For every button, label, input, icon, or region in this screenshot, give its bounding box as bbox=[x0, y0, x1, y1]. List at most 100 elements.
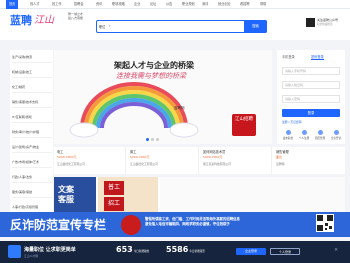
top-navigation: 首页 找人才 找工作 招聘会 资讯 职场攻略 企业 论坛 公告 职业规划 测评 … bbox=[0, 0, 350, 9]
tab-phone-login[interactable]: 手机登录 bbox=[282, 54, 295, 59]
person-login-button[interactable]: 个人登录 bbox=[270, 248, 300, 255]
carousel-dot[interactable] bbox=[146, 138, 149, 141]
logo-slogan: 聘一城之才 最八方贤能 bbox=[68, 12, 92, 20]
job-pay: 5000-7000元 bbox=[203, 155, 223, 159]
job-pay: 5000-7000元 bbox=[130, 155, 150, 159]
bottom-sub: 江山人才网 bbox=[24, 254, 38, 258]
category-item[interactable]: 行政/人事/法务 bbox=[12, 172, 52, 183]
company-login-button[interactable]: 企业登录 bbox=[236, 248, 266, 255]
fraud-title: 反诈防范宣传专栏 bbox=[10, 218, 107, 232]
nav-forum[interactable]: 论坛 bbox=[150, 2, 156, 7]
nav-company[interactable]: 企业 bbox=[134, 2, 140, 7]
quick-label: 个人注册 bbox=[298, 137, 310, 140]
job-company: 江山鑫旺化工有限公司 bbox=[57, 162, 85, 166]
follow-title: 关注蓝聘公众号 bbox=[317, 18, 339, 22]
quick-label: 企业登录 bbox=[330, 137, 342, 140]
job-title: 电工 bbox=[57, 150, 64, 154]
job-card[interactable]: 电工 5000-7000元 江山鑫旺化工有限公司 bbox=[54, 147, 126, 174]
nav-find-talent[interactable]: 找人才 bbox=[30, 2, 40, 7]
promo-tile-copywriter[interactable]: 文案客服 bbox=[54, 177, 96, 213]
category-item[interactable]: 机械/设备/技工 bbox=[12, 67, 52, 78]
job-company: 浙江某某科技有限公司 bbox=[203, 162, 231, 166]
register-icon bbox=[301, 130, 307, 135]
nav-notice[interactable]: 公告 bbox=[166, 2, 172, 7]
resume-icon bbox=[317, 130, 323, 135]
post-job-icon bbox=[285, 130, 291, 135]
banner-caption: 蓝聘网 bbox=[174, 106, 185, 110]
stat-jobs: 653今日新增职位 bbox=[116, 245, 149, 254]
follow-wechat: 关注蓝聘公众号 职位快速推送 bbox=[317, 18, 349, 27]
quick-post-job[interactable]: 发布职位 bbox=[281, 130, 295, 140]
promo-tile-worker[interactable]: 普工 招工 bbox=[98, 177, 158, 213]
nav-find-job[interactable]: 找工作 bbox=[52, 2, 62, 7]
bottom-headline: 海量职位 让求职更简单 bbox=[24, 247, 76, 253]
nav-home[interactable]: 首页 bbox=[6, 0, 19, 9]
slogan-line-2: 最八方贤能 bbox=[68, 16, 84, 20]
wechat-qr-icon bbox=[306, 18, 315, 27]
password-field[interactable]: 请输入密码 bbox=[282, 95, 340, 103]
carousel-dot[interactable] bbox=[156, 138, 159, 141]
nav-employment[interactable]: 就业创业 bbox=[218, 2, 231, 7]
login-links[interactable]: 注册 | 忘记密码 bbox=[282, 120, 340, 124]
stat-jobs-value: 653 bbox=[116, 245, 133, 254]
site-logo[interactable]: 蓝聘 bbox=[10, 12, 32, 28]
nav-career-guide[interactable]: 职场攻略 bbox=[112, 2, 125, 7]
qr-pattern bbox=[317, 215, 333, 231]
category-item[interactable]: 服务/美容/保健 bbox=[12, 187, 52, 198]
logo-script: 江山 bbox=[34, 15, 54, 26]
hero-banner[interactable]: 架起人才与企业的桥梁 连接我需与梦想的桥梁 蓝聘网 江山招聘 bbox=[54, 50, 272, 144]
nav-assessment[interactable]: 测评 bbox=[202, 2, 208, 7]
quick-label: 简历管理 bbox=[314, 137, 326, 140]
fraud-text: 警惕所谓高工资、低门槛、工作时间灵活等海外高薪的招聘信息 避免落入电信诈骗陷阱，… bbox=[145, 217, 295, 227]
search-button[interactable]: 搜索 bbox=[244, 20, 267, 33]
promo-tile-label-b: 招工 bbox=[104, 197, 124, 211]
nav-recruit[interactable]: 看招聘 bbox=[240, 2, 250, 7]
category-item[interactable]: 财务/审计/统计/护理 bbox=[12, 127, 52, 138]
carousel-dots[interactable] bbox=[146, 137, 161, 142]
nav-news[interactable]: 资讯 bbox=[96, 2, 102, 7]
category-item[interactable]: 销售/客服/技术支持 bbox=[12, 97, 52, 108]
qr-code-icon bbox=[316, 214, 334, 232]
promo-tile-blank[interactable] bbox=[160, 177, 345, 213]
stat-jobs-unit: 今日新增职位 bbox=[133, 250, 150, 253]
quick-register[interactable]: 个人注册 bbox=[297, 130, 311, 140]
quick-label: 发布职位 bbox=[282, 137, 294, 140]
quick-resume[interactable]: 简历管理 bbox=[313, 130, 327, 140]
quick-company-login[interactable]: 企业登录 bbox=[329, 130, 343, 140]
job-card[interactable]: 销售管理 面议 蓝聘网 bbox=[273, 147, 345, 174]
fraud-text-line-2: 避免落入电信诈骗陷阱，网络求职务必谨慎，守住钱袋子 bbox=[145, 222, 230, 226]
job-card[interactable]: 普工 5000-7000元 江山鑫旺化工有限公司 bbox=[127, 147, 199, 174]
nav-job-fair[interactable]: 招聘会 bbox=[74, 2, 84, 7]
bottom-stats-bar: 海量职位 让求职更简单 江山人才网 653今日新增职位 5586今日新增简历 企… bbox=[0, 241, 350, 263]
app-icon bbox=[8, 245, 21, 258]
promo-tile-text: 文案客服 bbox=[58, 185, 74, 204]
login-panel: 手机登录 密码登录 请输入手机号码 请输入验证码 请输入密码 登录 注册 | 忘… bbox=[277, 50, 345, 144]
tab-password-login[interactable]: 密码登录 bbox=[311, 54, 324, 60]
chevron-down-icon: ▾ bbox=[109, 24, 111, 28]
close-icon[interactable]: × bbox=[334, 247, 338, 253]
stat-resumes-unit: 今日新增简历 bbox=[189, 250, 205, 253]
stat-resumes: 5586今日新增简历 bbox=[166, 245, 205, 254]
search-type-select[interactable]: 职位 bbox=[99, 24, 105, 29]
anti-fraud-banner[interactable]: 反诈防范宣传专栏 警惕所谓高工资、低门槛、工作时间灵活等海外高薪的招聘信息 避免… bbox=[0, 212, 350, 237]
job-pay: 面议 bbox=[276, 155, 283, 159]
nav-help[interactable]: 帮助 bbox=[260, 2, 266, 7]
search-box[interactable]: 职位 ▾ 搜索 bbox=[96, 20, 267, 33]
category-item[interactable]: 设计/建筑/房产/物业 bbox=[12, 142, 52, 153]
category-item[interactable]: 生产/采购/物流 bbox=[12, 52, 52, 63]
job-company: 蓝聘网 bbox=[276, 162, 285, 166]
banner-seal: 江山招聘 bbox=[232, 114, 256, 136]
category-sidebar: 生产/采购/物流 机械/设备/技工 化工/制药 销售/客服/技术支持 IT/互联… bbox=[10, 50, 53, 237]
nav-career-plan[interactable]: 职业规划 bbox=[182, 2, 195, 7]
code-field[interactable]: 请输入验证码 bbox=[282, 81, 340, 89]
banner-script: 连接我需与梦想的桥梁 bbox=[116, 72, 186, 80]
job-title: 普工 bbox=[130, 150, 137, 154]
category-item[interactable]: 广告/市场/媒体/艺术 bbox=[12, 157, 52, 168]
phone-field[interactable]: 请输入手机号码 bbox=[282, 67, 340, 75]
job-card[interactable]: 如何网站技术员 5000-7000元 浙江某某科技有限公司 bbox=[200, 147, 272, 174]
category-item[interactable]: IT/互联网/游戏 bbox=[12, 112, 52, 123]
category-item[interactable]: 化工/制药 bbox=[12, 82, 52, 93]
carousel-dot[interactable] bbox=[151, 138, 154, 141]
login-button[interactable]: 登录 bbox=[282, 109, 340, 117]
job-title: 销售管理 bbox=[276, 150, 289, 154]
